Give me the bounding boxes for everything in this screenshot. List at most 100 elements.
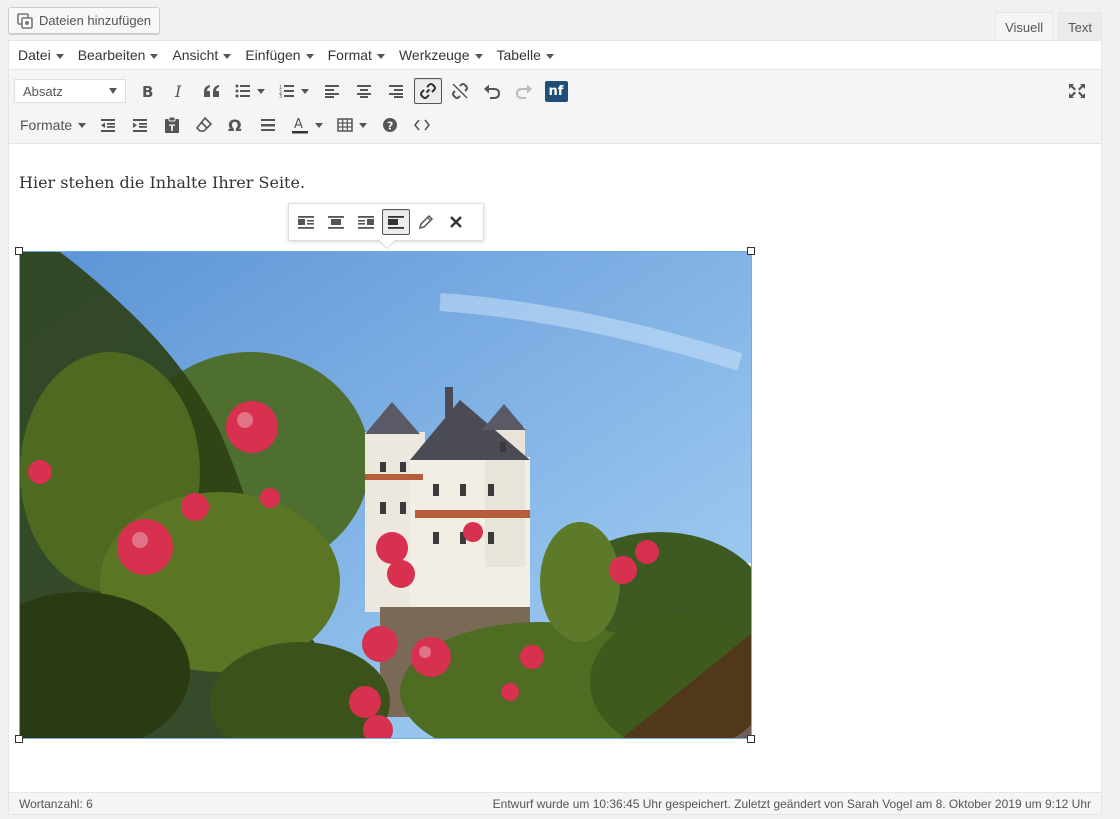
editor: Datei Bearbeiten Ansicht Einfügen Format…: [8, 40, 1102, 815]
image-remove-button[interactable]: [442, 209, 470, 235]
chevron-down-icon: [474, 53, 483, 59]
menu-table-label: Tabelle: [496, 47, 541, 63]
chevron-down-icon: [545, 53, 554, 59]
menu-format[interactable]: Format: [321, 47, 392, 63]
formats-dropdown[interactable]: Formate: [14, 112, 92, 138]
block-format-value: Absatz: [23, 83, 63, 99]
image-align-center-button[interactable]: [322, 209, 350, 235]
image-toolbar: [288, 203, 484, 249]
help-button[interactable]: ?: [376, 112, 404, 138]
align-left-button[interactable]: [318, 78, 346, 104]
align-right-icon: [358, 216, 374, 229]
text-color-icon: A: [292, 117, 309, 134]
edit-icon: [418, 214, 434, 230]
blockquote-button[interactable]: [198, 78, 226, 104]
toolbar-row-1: Absatz B I 123 nf: [9, 70, 1101, 108]
code-button[interactable]: [408, 112, 436, 138]
menu-file[interactable]: Datei: [11, 47, 71, 63]
chevron-down-icon: [109, 88, 117, 94]
ninja-forms-icon: nf: [544, 80, 568, 102]
add-media-button[interactable]: Dateien hinzufügen: [8, 7, 161, 34]
fullscreen-icon: [1069, 84, 1085, 98]
text-color-button[interactable]: A: [286, 112, 328, 138]
menu-tools[interactable]: Werkzeuge: [392, 47, 490, 63]
table-icon: [337, 118, 353, 132]
help-icon: ?: [383, 118, 398, 133]
paste-text-button[interactable]: T: [158, 112, 186, 138]
image-align-right-button[interactable]: [352, 209, 380, 235]
castle-roses-photo: [20, 252, 751, 738]
image-align-none-button[interactable]: [382, 209, 410, 235]
chevron-down-icon: [315, 122, 324, 128]
italic-icon: I: [174, 83, 182, 99]
undo-button[interactable]: [478, 78, 506, 104]
chevron-down-icon: [150, 53, 159, 59]
horizontal-line-icon: [261, 119, 276, 131]
table-button[interactable]: [332, 112, 372, 138]
align-right-button[interactable]: [382, 78, 410, 104]
chevron-down-icon: [223, 53, 232, 59]
outdent-icon: [101, 119, 116, 132]
chevron-down-icon: [359, 122, 368, 128]
fullscreen-button[interactable]: [1063, 78, 1091, 104]
unlink-icon: [452, 83, 468, 99]
ninja-forms-button[interactable]: nf: [542, 78, 570, 104]
menu-insert-label: Einfügen: [245, 47, 301, 63]
bullet-list-button[interactable]: [230, 78, 270, 104]
menubar: Datei Bearbeiten Ansicht Einfügen Format…: [9, 41, 1101, 70]
outdent-button[interactable]: [94, 112, 122, 138]
chevron-down-icon: [301, 88, 309, 94]
menu-view[interactable]: Ansicht: [165, 47, 238, 63]
unlink-button[interactable]: [446, 78, 474, 104]
autosave-info: Entwurf wurde um 10:36:45 Uhr gespeicher…: [492, 796, 1091, 811]
align-center-icon: [357, 85, 371, 98]
redo-button[interactable]: [510, 78, 538, 104]
media-icon: [17, 12, 33, 29]
indent-button[interactable]: [126, 112, 154, 138]
editor-content[interactable]: Hier stehen die Inhalte Ihrer Seite.: [9, 145, 1101, 793]
align-center-button[interactable]: [350, 78, 378, 104]
remove-icon: [450, 216, 462, 228]
selected-image[interactable]: [19, 251, 752, 739]
special-character-button[interactable]: Ω: [222, 112, 250, 138]
block-format-select[interactable]: Absatz: [14, 79, 126, 103]
content-paragraph[interactable]: Hier stehen die Inhalte Ihrer Seite.: [19, 173, 305, 192]
link-icon: [420, 83, 436, 99]
resize-handle-bottom-right[interactable]: [747, 735, 755, 743]
menu-file-label: Datei: [18, 47, 51, 63]
code-icon: [414, 119, 431, 131]
chevron-down-icon: [55, 53, 64, 59]
menu-table[interactable]: Tabelle: [490, 47, 561, 63]
menu-insert[interactable]: Einfügen: [238, 47, 320, 63]
svg-text:I: I: [174, 83, 182, 99]
resize-handle-bottom-left[interactable]: [15, 735, 23, 743]
chevron-down-icon: [376, 53, 385, 59]
tab-text[interactable]: Text: [1058, 12, 1102, 41]
chevron-down-icon: [305, 53, 314, 59]
align-left-icon: [325, 85, 339, 98]
horizontal-line-button[interactable]: [254, 112, 282, 138]
resize-handle-top-right[interactable]: [747, 247, 755, 255]
clear-formatting-button[interactable]: [190, 112, 218, 138]
menu-edit-label: Bearbeiten: [77, 47, 146, 63]
undo-icon: [484, 84, 501, 99]
indent-icon: [133, 119, 148, 132]
image-align-left-button[interactable]: [292, 209, 320, 235]
tab-visual[interactable]: Visuell: [995, 12, 1054, 41]
image-edit-button[interactable]: [412, 209, 440, 235]
link-button[interactable]: [414, 78, 442, 104]
menu-edit[interactable]: Bearbeiten: [71, 47, 166, 63]
resize-handle-top-left[interactable]: [15, 247, 23, 255]
numbered-list-icon: 123: [279, 85, 294, 98]
align-right-icon: [389, 85, 403, 98]
align-center-icon: [328, 216, 344, 229]
italic-button[interactable]: I: [166, 78, 194, 104]
svg-text:3: 3: [279, 94, 282, 98]
special-character-icon: Ω: [228, 117, 242, 133]
bullet-list-icon: [235, 84, 250, 98]
numbered-list-button[interactable]: 123: [274, 78, 314, 104]
align-left-icon: [298, 216, 314, 229]
status-bar: Wortanzahl: 6 Entwurf wurde um 10:36:45 …: [9, 792, 1101, 814]
bold-button[interactable]: B: [134, 78, 162, 104]
svg-text:Ω: Ω: [228, 117, 242, 133]
